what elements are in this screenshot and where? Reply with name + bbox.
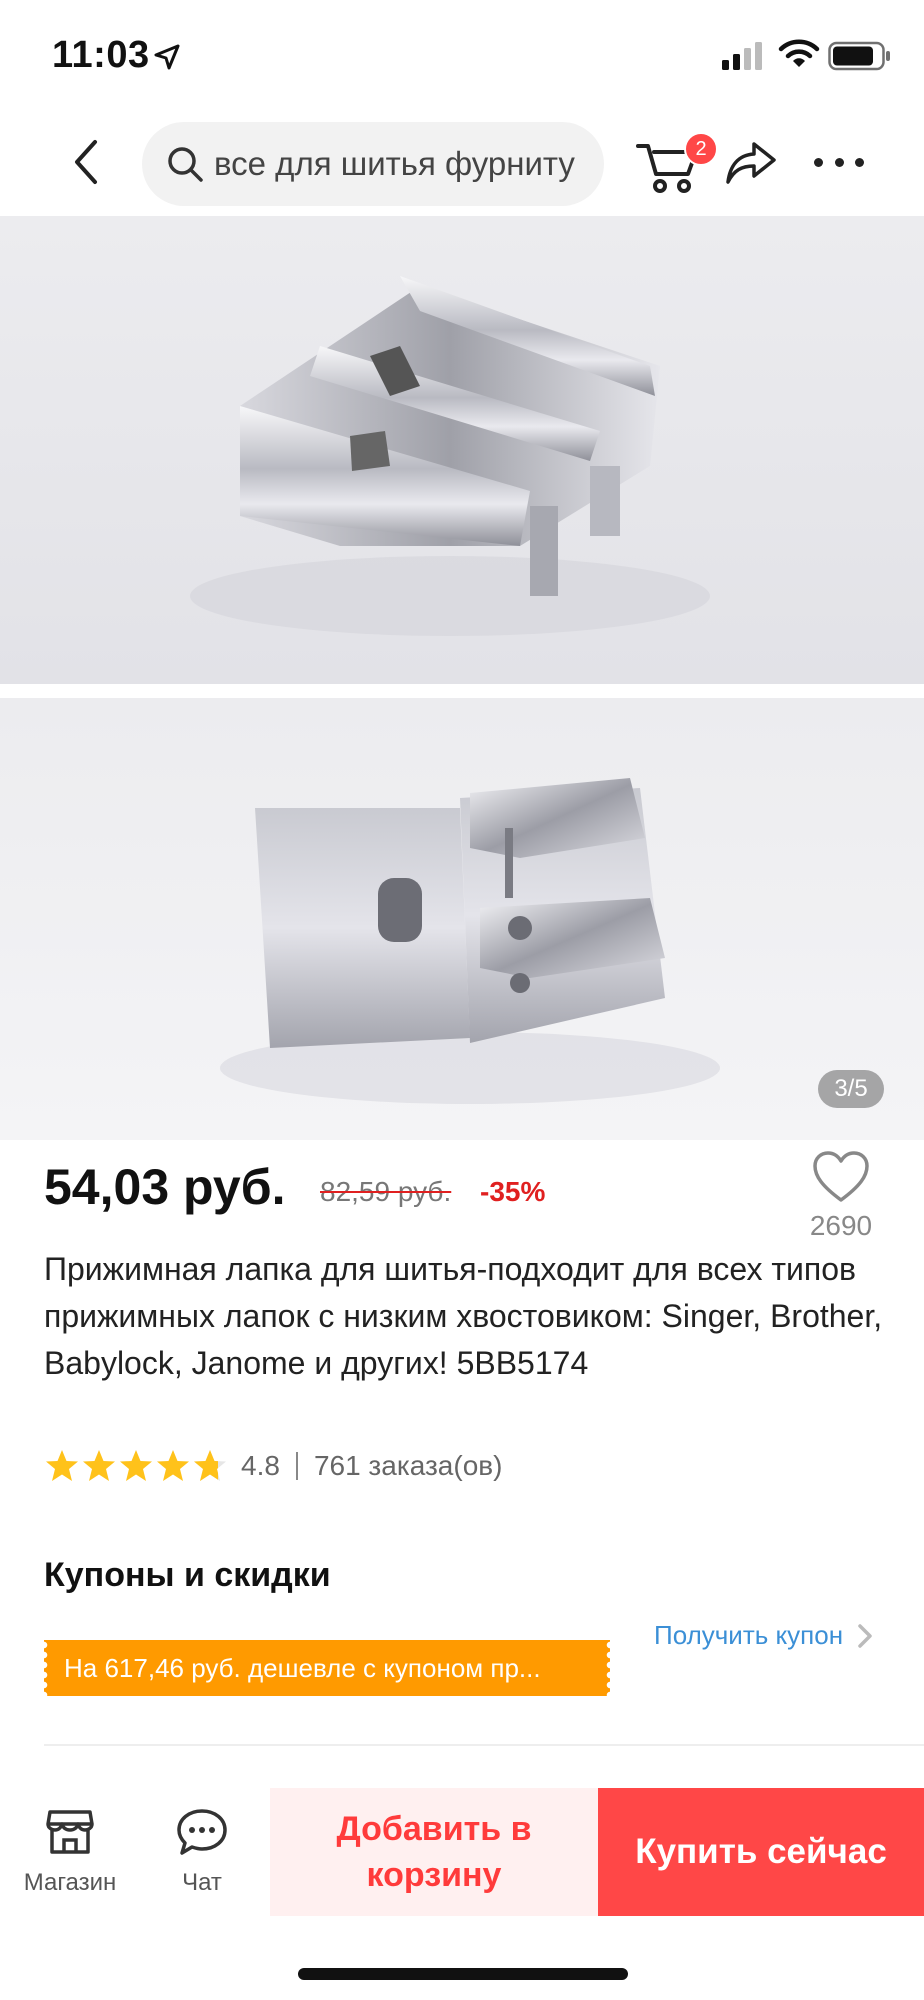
status-bar: 11:03 xyxy=(0,0,924,110)
search-text: все для шитья фурниту xyxy=(214,145,575,182)
next-section-peek xyxy=(44,1774,144,1788)
dot-icon xyxy=(855,157,864,167)
dot-icon xyxy=(814,157,823,167)
price-row: 54,03 руб. 82,59 руб. -35% xyxy=(44,1150,884,1240)
cellular-signal-icon xyxy=(722,42,762,70)
product-image-bottom xyxy=(0,698,924,1140)
more-options-button[interactable] xyxy=(814,140,864,184)
wishlist-button[interactable]: 2690 xyxy=(796,1150,886,1250)
share-icon[interactable] xyxy=(724,138,778,188)
battery-icon xyxy=(828,41,890,71)
star-icon xyxy=(83,1450,115,1481)
bottom-action-bar: Магазин Чат Добавить в корзину Купить се… xyxy=(0,1788,924,2000)
search-input[interactable]: все для шитья фурниту xyxy=(142,122,604,206)
coupon-banner[interactable]: На 617,46 руб. дешевле с купоном пр... xyxy=(44,1640,610,1696)
back-button[interactable] xyxy=(58,132,114,192)
chevron-right-icon xyxy=(858,1623,872,1648)
chat-tab-label: Чат xyxy=(182,1869,222,1896)
section-divider xyxy=(44,1744,924,1746)
star-icon xyxy=(46,1450,78,1481)
chevron-left-icon xyxy=(75,140,97,184)
add-to-cart-button[interactable]: Добавить в корзину xyxy=(270,1788,598,1916)
coupons-section-title: Купоны и скидки xyxy=(44,1556,331,1594)
image-counter-badge: 3/5 xyxy=(818,1070,884,1108)
status-time: 11:03 xyxy=(52,34,150,76)
chat-icon xyxy=(177,1809,227,1855)
home-indicator xyxy=(298,1968,628,1980)
store-tab-label: Магазин xyxy=(23,1869,117,1896)
rating-separator xyxy=(295,1452,298,1480)
star-half-icon xyxy=(194,1450,226,1481)
rating-value: 4.8 xyxy=(241,1450,280,1481)
search-icon xyxy=(168,147,203,182)
store-tab[interactable]: Магазин xyxy=(10,1806,130,1916)
cart-count-badge: 2 xyxy=(684,132,718,166)
heart-icon xyxy=(813,1151,869,1202)
current-price: 54,03 руб. xyxy=(44,1159,286,1215)
wishlist-count: 2690 xyxy=(809,1210,873,1241)
rating-row[interactable]: 4.8 761 заказа(ов) xyxy=(44,1444,884,1488)
get-coupon-label: Получить купон xyxy=(654,1620,844,1650)
navigation-bar: все для шитья фурниту 2 xyxy=(0,110,924,216)
orders-count: 761 заказа(ов) xyxy=(313,1450,503,1481)
wifi-icon xyxy=(778,39,820,67)
store-icon xyxy=(46,1810,94,1854)
star-icon xyxy=(120,1450,152,1481)
old-price: 82,59 руб. xyxy=(320,1176,452,1207)
product-title: Прижимная лапка для шитья-подходит для в… xyxy=(44,1251,883,1381)
star-icon xyxy=(157,1450,189,1481)
discount-percent: -35% xyxy=(480,1176,546,1207)
chat-tab[interactable]: Чат xyxy=(150,1806,254,1916)
product-image-top xyxy=(0,216,924,684)
buy-now-button[interactable]: Купить сейчас xyxy=(598,1788,924,1916)
get-coupon-link[interactable]: Получить купон xyxy=(654,1620,873,1651)
rating-stars xyxy=(44,1448,229,1484)
location-arrow-icon xyxy=(154,44,180,70)
product-image-gallery[interactable]: 3/5 xyxy=(0,216,924,1140)
dot-icon xyxy=(834,157,844,167)
image-divider xyxy=(0,684,924,698)
